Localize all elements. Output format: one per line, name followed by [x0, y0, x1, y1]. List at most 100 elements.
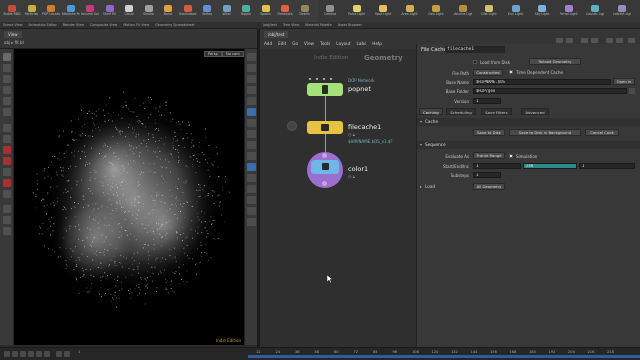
pane-tab[interactable]: Render View [60, 22, 87, 28]
step-forward-icon[interactable] [28, 351, 34, 357]
shelf-tool[interactable]: Sparks [257, 5, 275, 21]
shelf-tool[interactable]: Indirect Light [613, 5, 631, 21]
shading-icon[interactable] [247, 64, 256, 72]
sculpt-tool-icon[interactable] [3, 190, 11, 198]
file-chooser-icon[interactable] [629, 88, 635, 94]
timeline-cache-bar[interactable] [248, 355, 640, 358]
pane-tab[interactable]: Tree View [280, 22, 302, 28]
viewport-path[interactable]: obj ▸ flt.bl [4, 40, 24, 45]
pane-tab[interactable]: Scene View [0, 22, 25, 28]
scene-viewport[interactable]: Persp No cam Indie Edition [14, 49, 244, 345]
pane-tab[interactable]: Asset Browser [335, 22, 365, 28]
color-node-ring[interactable] [307, 152, 343, 188]
shelf-tool[interactable]: Geo Light [427, 5, 445, 21]
bounding-box-icon[interactable] [247, 130, 256, 138]
shelf-tool[interactable]: Wind [218, 5, 236, 21]
save-background-button[interactable]: Save to Disk in Background [509, 129, 581, 136]
menu-item-layout[interactable]: Layout [336, 41, 350, 46]
shelf-tool[interactable]: Attribute Prop [62, 5, 80, 21]
popnet-name[interactable]: popnet [348, 85, 371, 93]
menu-item-add[interactable]: Add [264, 41, 272, 46]
display-options-icon[interactable] [3, 205, 11, 213]
shelf-tool[interactable]: Area Light [401, 5, 419, 21]
pane-tab[interactable]: /obj/test [260, 22, 280, 28]
evaluate-as-menu[interactable]: Frame Range [473, 152, 505, 159]
guides-icon[interactable] [247, 174, 256, 182]
path-root[interactable]: obj [4, 40, 10, 45]
time-dependent-checkbox[interactable] [509, 70, 513, 74]
node-name-field[interactable]: filecache1 [445, 46, 505, 53]
menu-item-labs[interactable]: Labs [357, 41, 367, 46]
shelf-tool[interactable]: Camera [321, 5, 339, 21]
shelf-tool[interactable]: Volume Light [454, 5, 472, 21]
handle-tool-icon[interactable] [3, 97, 11, 105]
path-node[interactable]: flt.bl [15, 40, 24, 45]
menu-item-view[interactable]: View [304, 41, 314, 46]
simulation-checkbox[interactable] [509, 154, 513, 158]
pane-tab[interactable]: Composite View [87, 22, 120, 28]
shelf-tool[interactable]: Caustic Light [586, 5, 604, 21]
view-tool-icon[interactable] [3, 124, 11, 132]
gear-icon[interactable] [556, 38, 563, 43]
render-icon[interactable] [3, 157, 11, 165]
shelf-tool[interactable]: Cloud [120, 5, 138, 21]
start-field[interactable]: 1 [473, 163, 521, 169]
camera-lock-icon[interactable] [3, 227, 11, 235]
inc-field[interactable]: 1 [579, 163, 635, 169]
shelf-tool[interactable]: Ripple [237, 5, 255, 21]
shelf-tool[interactable]: Shockwave [179, 5, 197, 21]
pane-tab[interactable]: Geometry Spreadsheet [152, 22, 197, 28]
lighting-icon[interactable] [247, 53, 256, 61]
layout-icon[interactable] [606, 38, 613, 43]
wireframe-icon[interactable] [247, 75, 256, 83]
play-reverse-icon[interactable] [4, 351, 10, 357]
substeps-field[interactable]: 1 [473, 172, 501, 178]
save-to-disk-button[interactable]: Save to Disk [473, 129, 505, 136]
background-icon[interactable] [247, 163, 256, 171]
shelf-tool[interactable]: Particles [23, 5, 41, 21]
persp-menu[interactable]: Persp [204, 51, 222, 57]
shelf-tool[interactable]: Burst [159, 5, 177, 21]
ghost-icon[interactable] [247, 108, 256, 116]
scale-tool-icon[interactable] [3, 86, 11, 94]
popnet-node[interactable] [307, 83, 343, 96]
cancel-cook-button[interactable]: Cancel Cook [585, 129, 619, 136]
jump-end-icon[interactable] [44, 351, 50, 357]
shelf-tool[interactable]: Vortex [198, 5, 216, 21]
lock-icon[interactable] [581, 38, 588, 43]
pose-tool-icon[interactable] [3, 108, 11, 116]
network-editor[interactable]: Indie Edition Geometry DOP Network popne… [260, 49, 416, 347]
close-icon[interactable] [628, 38, 635, 43]
tab-save-filters[interactable]: Save Filters [481, 108, 512, 115]
base-name-field[interactable]: $HIPNAME.$OS [473, 79, 611, 85]
pane-tab[interactable]: Motion FX View [120, 22, 152, 28]
shelf-tool[interactable]: Sky Light [533, 5, 551, 21]
shelf-tool[interactable]: Env Light [507, 5, 525, 21]
output-connector[interactable] [322, 181, 327, 186]
file-path-mode-menu[interactable]: Constructed [473, 69, 503, 76]
sequence-folder[interactable]: ▾ Sequence [417, 141, 640, 149]
menu-item-tools[interactable]: Tools [320, 41, 330, 46]
paint-tool-icon[interactable] [3, 168, 11, 176]
play-icon[interactable] [36, 351, 42, 357]
record-icon[interactable] [3, 146, 11, 154]
current-frame[interactable]: 1 [78, 350, 80, 354]
color-name[interactable]: color1 [348, 165, 368, 173]
shelf-tool[interactable]: Point Light [348, 5, 366, 21]
color-node[interactable] [311, 160, 339, 174]
shelf-tool[interactable]: POP Location [42, 5, 60, 21]
camera-menu[interactable]: No cam [222, 51, 244, 57]
cache-folder[interactable]: ▾ Cache [417, 118, 640, 126]
tab-caching[interactable]: Caching [419, 108, 443, 115]
bypass-toggle[interactable] [287, 121, 297, 131]
open-in-button[interactable]: Open in [613, 78, 635, 85]
stats-icon[interactable] [247, 207, 256, 215]
shelf-tool[interactable]: Debris [296, 5, 314, 21]
normals-icon[interactable] [247, 97, 256, 105]
move-tool-icon[interactable] [3, 64, 11, 72]
stop-icon[interactable] [20, 351, 26, 357]
pane-tab[interactable]: Animation Editor [25, 22, 59, 28]
menu-item-help[interactable]: Help [372, 41, 382, 46]
shelf-tool[interactable]: Spot Light [374, 5, 392, 21]
input-connector[interactable] [322, 153, 327, 158]
